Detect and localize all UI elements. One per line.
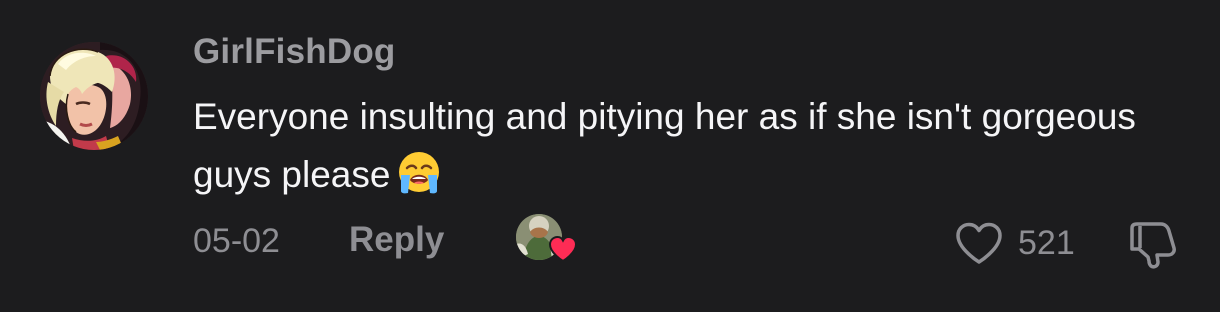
- reply-button[interactable]: Reply: [349, 220, 444, 260]
- user-avatar[interactable]: [40, 42, 148, 150]
- comment-date: 05-02: [193, 222, 280, 260]
- comment-text-content: Everyone insulting and pitying her as if…: [193, 96, 1136, 195]
- loudly-crying-face-icon: [399, 152, 440, 194]
- avatar-illustration: [40, 42, 148, 150]
- creator-heart-icon: [548, 235, 578, 263]
- like-count: 521: [1018, 223, 1075, 262]
- liked-by-creator-badge: [516, 214, 580, 266]
- dislike-icon[interactable]: [1126, 220, 1180, 270]
- like-button[interactable]: 521: [954, 218, 1075, 268]
- comment-item: GirlFishDog Everyone insulting and pityi…: [0, 0, 1220, 312]
- comment-username[interactable]: GirlFishDog: [193, 32, 395, 72]
- comment-text: Everyone insulting and pitying her as if…: [193, 88, 1153, 204]
- heart-outline-icon: [956, 222, 1002, 264]
